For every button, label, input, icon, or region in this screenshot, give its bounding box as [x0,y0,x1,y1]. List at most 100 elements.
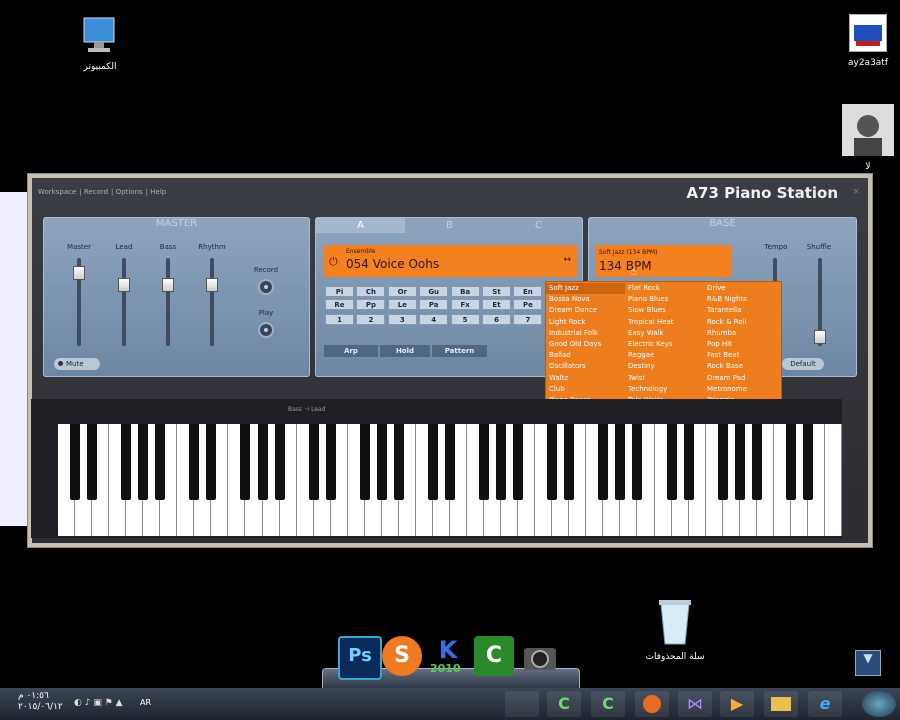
black-key[interactable] [376,424,387,500]
black-key[interactable] [445,424,455,500]
style-option[interactable]: Twist [625,373,704,384]
slider-handle[interactable] [206,278,218,292]
style-option[interactable]: Rhumba [704,328,783,339]
voice-button[interactable]: Gu [419,286,449,297]
play-button[interactable] [258,322,274,338]
slider-handle[interactable] [73,266,85,280]
black-key[interactable] [615,424,626,500]
style-option[interactable]: Bossa Nova [546,294,625,305]
style-option[interactable]: Rock & Roll [704,317,783,328]
taskbar-firefox[interactable] [635,691,669,717]
style-option[interactable]: Industrial Folk [546,328,625,339]
black-key[interactable] [308,424,319,500]
k-app-icon[interactable]: K 2010 [428,636,468,676]
style-option[interactable]: Slow Blues [625,305,704,316]
black-key[interactable] [70,424,81,500]
black-key[interactable] [785,424,796,500]
tab-c[interactable]: C [494,218,583,233]
tab-b[interactable]: B [405,218,494,233]
style-option[interactable]: R&B Nights [704,294,783,305]
swap-arrow-icon[interactable]: ↔ [563,255,571,265]
white-key[interactable] [824,424,842,536]
user-desktop-icon[interactable]: ay2a3atf [840,14,896,68]
style-option[interactable]: Dream Pad [704,373,783,384]
style-option[interactable]: Metronome [704,384,783,395]
arp-button[interactable]: Arp [324,345,378,357]
photo-desktop-icon[interactable]: ﻻ [840,104,896,172]
menu-options[interactable]: Options [116,188,143,196]
taskbar-media-player[interactable]: ▶ [720,691,754,717]
style-option[interactable]: Rock Base [704,361,783,372]
style-option[interactable]: Flat Rock [625,283,704,294]
voice-button[interactable]: Or [387,286,417,297]
voice-button[interactable]: 7 [513,314,543,325]
voice-button[interactable]: Pa [419,299,449,310]
lead-slider[interactable] [118,258,130,346]
style-option[interactable]: Ballad [546,350,625,361]
black-key[interactable] [274,424,285,500]
taskbar-visual-studio[interactable]: ⋈ [678,691,712,717]
style-option[interactable]: Soft Jazz [546,283,625,295]
style-option[interactable]: Tarantella [704,305,783,316]
menu-record[interactable]: Record [84,188,108,196]
slider-handle[interactable] [162,278,174,292]
mute-button[interactable]: Mute [54,358,100,370]
voice-button[interactable]: St [482,286,511,297]
style-option[interactable]: Tropical Heat [625,317,704,328]
black-key[interactable] [513,424,524,500]
voice-button[interactable]: Fx [450,299,480,310]
style-option[interactable]: Pop Hit [704,339,783,350]
style-option[interactable]: Light Rock [546,317,625,328]
taskbar-ie[interactable]: e [808,691,842,717]
black-key[interactable] [479,424,490,500]
computer-desktop-icon[interactable]: الكمبيوتر [70,16,130,72]
master-slider[interactable] [73,258,85,346]
menu-help[interactable]: Help [150,188,166,196]
style-option[interactable]: Club [546,384,625,395]
voice-button[interactable]: 1 [325,314,354,325]
hold-button[interactable]: Hold [380,345,430,357]
black-key[interactable] [734,424,745,500]
tray-icons[interactable]: ◐ ♪ ▣ ⚑ ▲ [74,698,123,708]
black-key[interactable] [138,424,149,500]
black-key[interactable] [155,424,166,500]
camera-icon[interactable] [520,636,560,676]
black-key[interactable] [393,424,404,500]
black-key[interactable] [240,424,251,500]
black-key[interactable] [87,424,98,500]
style-option[interactable]: Oscillators [546,361,625,372]
style-option[interactable]: Dream Dance [546,305,625,316]
black-key[interactable] [121,424,132,500]
black-key[interactable] [427,424,438,500]
voice-button[interactable]: Pe [513,299,543,310]
black-key[interactable] [598,424,609,500]
close-icon[interactable]: × [852,187,860,197]
s-app-icon[interactable]: S [382,636,422,676]
black-key[interactable] [717,424,728,500]
style-option[interactable]: Piano Blues [625,294,704,305]
style-option[interactable]: Drive [704,283,783,294]
black-key[interactable] [206,424,217,500]
black-key[interactable] [325,424,336,500]
voice-button[interactable]: Ch [356,286,386,297]
style-option[interactable]: Destiny [625,361,704,372]
voice-button[interactable]: 6 [482,314,511,325]
black-key[interactable] [547,424,558,500]
ensemble-display[interactable]: ⏻ Ensemble 054 Voice Oohs ↔ [324,245,577,277]
taskbar-camtasia-2[interactable]: C [591,691,625,717]
menu-workspace[interactable]: Workspace [38,188,76,196]
voice-button[interactable]: Le [387,299,417,310]
style-display[interactable]: Soft Jazz (134 BPM) 134 BPM [595,245,731,277]
record-button[interactable] [258,279,274,295]
voice-button[interactable]: Pi [325,286,354,297]
voice-button[interactable]: Pp [356,299,386,310]
camtasia-icon[interactable]: C [474,636,514,676]
tab-a[interactable]: A [316,218,405,233]
taskbar-explorer[interactable] [764,691,798,717]
photoshop-icon[interactable]: Ps [338,636,382,680]
style-option[interactable]: Easy Walk [625,328,704,339]
black-key[interactable] [564,424,575,500]
black-key[interactable] [359,424,370,500]
taskbar-camtasia-1[interactable]: C [547,691,581,717]
black-key[interactable] [257,424,268,500]
